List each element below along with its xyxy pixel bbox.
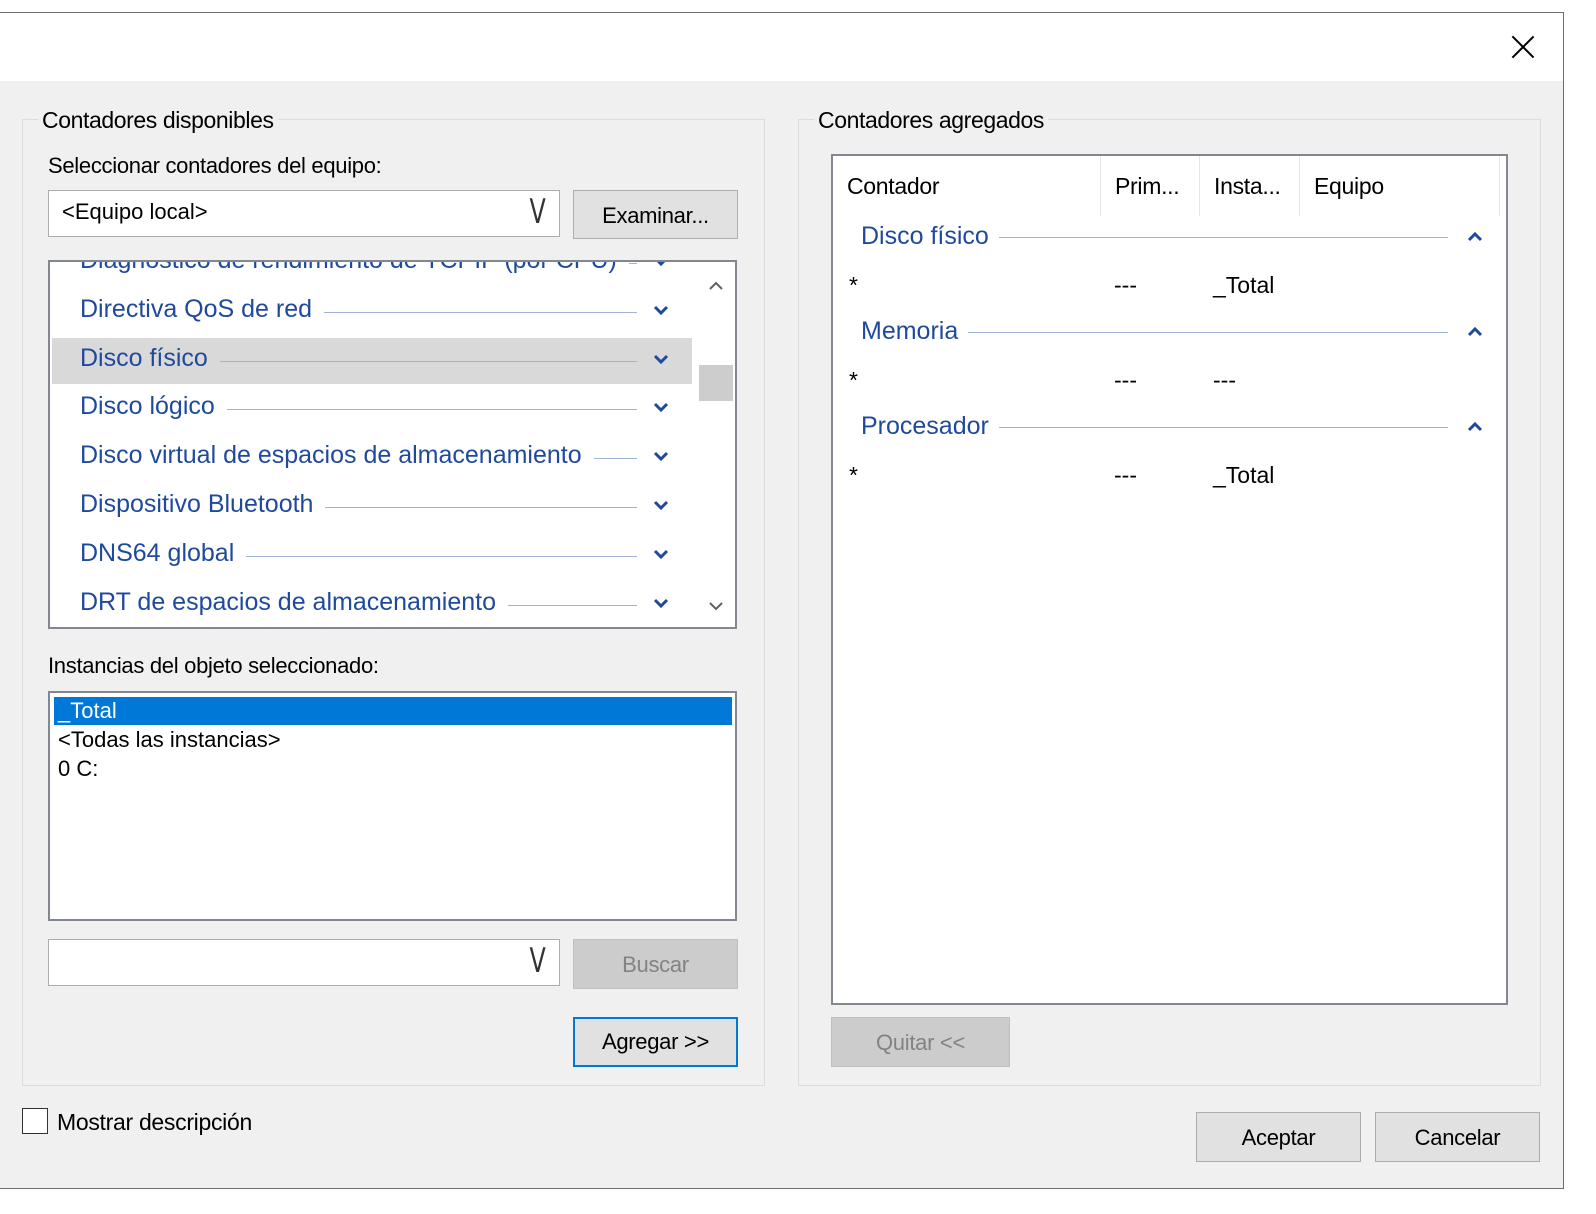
separator-line [246, 555, 637, 557]
group-separator-line [999, 427, 1448, 428]
parent-cell: --- [1114, 272, 1137, 298]
collapse-chevron-icon[interactable] [1466, 228, 1484, 246]
counter-object-label: Diagnóstico de rendimiento de TCPIP (por… [80, 262, 625, 275]
counter-object-label: Disco físico [80, 343, 216, 373]
expand-chevron-icon[interactable] [652, 496, 670, 514]
added-counters-table[interactable]: Contador Prim... Insta... Equipo Disco f… [831, 154, 1508, 1005]
objects-scroll-thumb[interactable] [699, 365, 733, 401]
instance-item[interactable]: <Todas las instancias> [54, 726, 732, 754]
added-counter-row[interactable]: * --- --- [833, 357, 1506, 406]
group-separator-line [999, 237, 1448, 238]
counter-object-item[interactable]: DNS64 global [52, 532, 692, 579]
counter-object-label: DNS64 global [80, 538, 243, 568]
objects-scrollbar[interactable] [697, 262, 735, 627]
add-counters-dialog: Contadores disponibles Seleccionar conta… [0, 12, 1564, 1189]
browse-button[interactable]: Examinar... [573, 190, 738, 239]
counter-object-item[interactable]: Disco físico [52, 337, 692, 384]
counter-object-label: Dispositivo Bluetooth [80, 490, 322, 519]
expand-chevron-icon[interactable] [652, 301, 670, 319]
counter-object-item[interactable]: DRT de espacios de almacenamiento [52, 581, 692, 627]
group-separator-line [968, 332, 1448, 333]
expand-chevron-icon[interactable] [652, 398, 670, 416]
instance-item[interactable]: 0 C: [54, 755, 732, 783]
scroll-down-icon[interactable] [708, 598, 724, 614]
added-counter-row[interactable]: * --- _Total [833, 262, 1506, 311]
counter-objects-list[interactable]: Diagnóstico de rendimiento de TCPIP (por… [48, 260, 737, 629]
collapse-chevron-icon[interactable] [1466, 418, 1484, 436]
expand-chevron-icon[interactable] [652, 447, 670, 465]
separator-line [508, 604, 637, 606]
separator-line [629, 263, 637, 264]
counter-group-label: Procesador [861, 412, 989, 440]
expand-chevron-icon[interactable] [652, 545, 670, 563]
show-description-label[interactable]: Mostrar descripción [57, 1109, 252, 1136]
show-description-checkbox[interactable] [22, 1108, 48, 1134]
counter-object-label: Disco virtual de espacios de almacenamie… [80, 441, 590, 471]
expand-chevron-icon[interactable] [652, 594, 670, 612]
counter-object-item[interactable]: Diagnóstico de rendimiento de TCPIP (por… [52, 260, 692, 286]
counter-group-header[interactable]: Memoria [833, 311, 1506, 357]
search-combo[interactable]: V [48, 939, 560, 986]
parent-cell: --- [1114, 367, 1137, 393]
expand-chevron-icon[interactable] [652, 260, 670, 270]
instances-list[interactable]: _Total <Todas las instancias> 0 C: [48, 691, 737, 921]
separator-line [227, 409, 637, 411]
title-bar [0, 13, 1563, 81]
cancel-button[interactable]: Cancelar [1375, 1112, 1540, 1162]
counter-group-header[interactable]: Procesador [833, 406, 1506, 452]
search-dropdown-arrow-icon[interactable]: V [529, 944, 545, 978]
dropdown-arrow-icon[interactable]: V [529, 195, 545, 229]
remove-button[interactable]: Quitar << [831, 1017, 1010, 1067]
computer-label: Seleccionar contadores del equipo: [48, 153, 382, 178]
counter-object-label: Disco lógico [80, 392, 223, 422]
counter-cell: * [849, 367, 858, 393]
counter-object-item[interactable]: Dispositivo Bluetooth [52, 484, 692, 530]
parent-cell: --- [1114, 462, 1137, 488]
close-icon[interactable] [1509, 33, 1537, 61]
add-button[interactable]: Agregar >> [573, 1017, 738, 1067]
instances-label: Instancias del objeto seleccionado: [48, 653, 379, 678]
added-counters-legend: Contadores agregados [814, 107, 1048, 134]
instance-cell: _Total [1213, 272, 1275, 298]
separator-line [220, 360, 637, 362]
counter-group-label: Disco físico [861, 222, 989, 250]
counter-group-label: Memoria [861, 317, 959, 345]
instance-item[interactable]: _Total [54, 697, 732, 725]
counter-group-header[interactable]: Disco físico [833, 216, 1506, 262]
separator-line [325, 507, 637, 508]
column-header-computer[interactable]: Equipo [1300, 156, 1500, 216]
counter-object-label: Directiva QoS de red [80, 294, 321, 324]
counter-object-label: DRT de espacios de almacenamiento [80, 587, 504, 617]
separator-line [324, 311, 637, 313]
column-header-instance[interactable]: Insta... [1200, 156, 1300, 216]
column-header-counter[interactable]: Contador [833, 156, 1101, 216]
counter-cell: * [849, 272, 858, 298]
ok-button[interactable]: Aceptar [1196, 1112, 1361, 1162]
search-button[interactable]: Buscar [573, 939, 738, 989]
counter-object-item[interactable]: Directiva QoS de red [52, 288, 692, 335]
separator-line [594, 458, 637, 460]
counter-cell: * [849, 462, 858, 488]
column-header-parent[interactable]: Prim... [1101, 156, 1200, 216]
computer-combo[interactable]: <Equipo local> V [48, 190, 560, 237]
available-counters-legend: Contadores disponibles [38, 107, 278, 134]
counter-object-item[interactable]: Disco lógico [52, 386, 692, 433]
counter-object-item[interactable]: Disco virtual de espacios de almacenamie… [52, 435, 692, 482]
collapse-chevron-icon[interactable] [1466, 323, 1484, 341]
expand-chevron-icon[interactable] [652, 350, 670, 368]
added-counter-row[interactable]: * --- _Total [833, 452, 1506, 501]
scroll-up-icon[interactable] [708, 278, 724, 294]
instance-cell: --- [1213, 367, 1236, 393]
instance-cell: _Total [1213, 462, 1275, 488]
computer-value: <Equipo local> [62, 199, 208, 224]
